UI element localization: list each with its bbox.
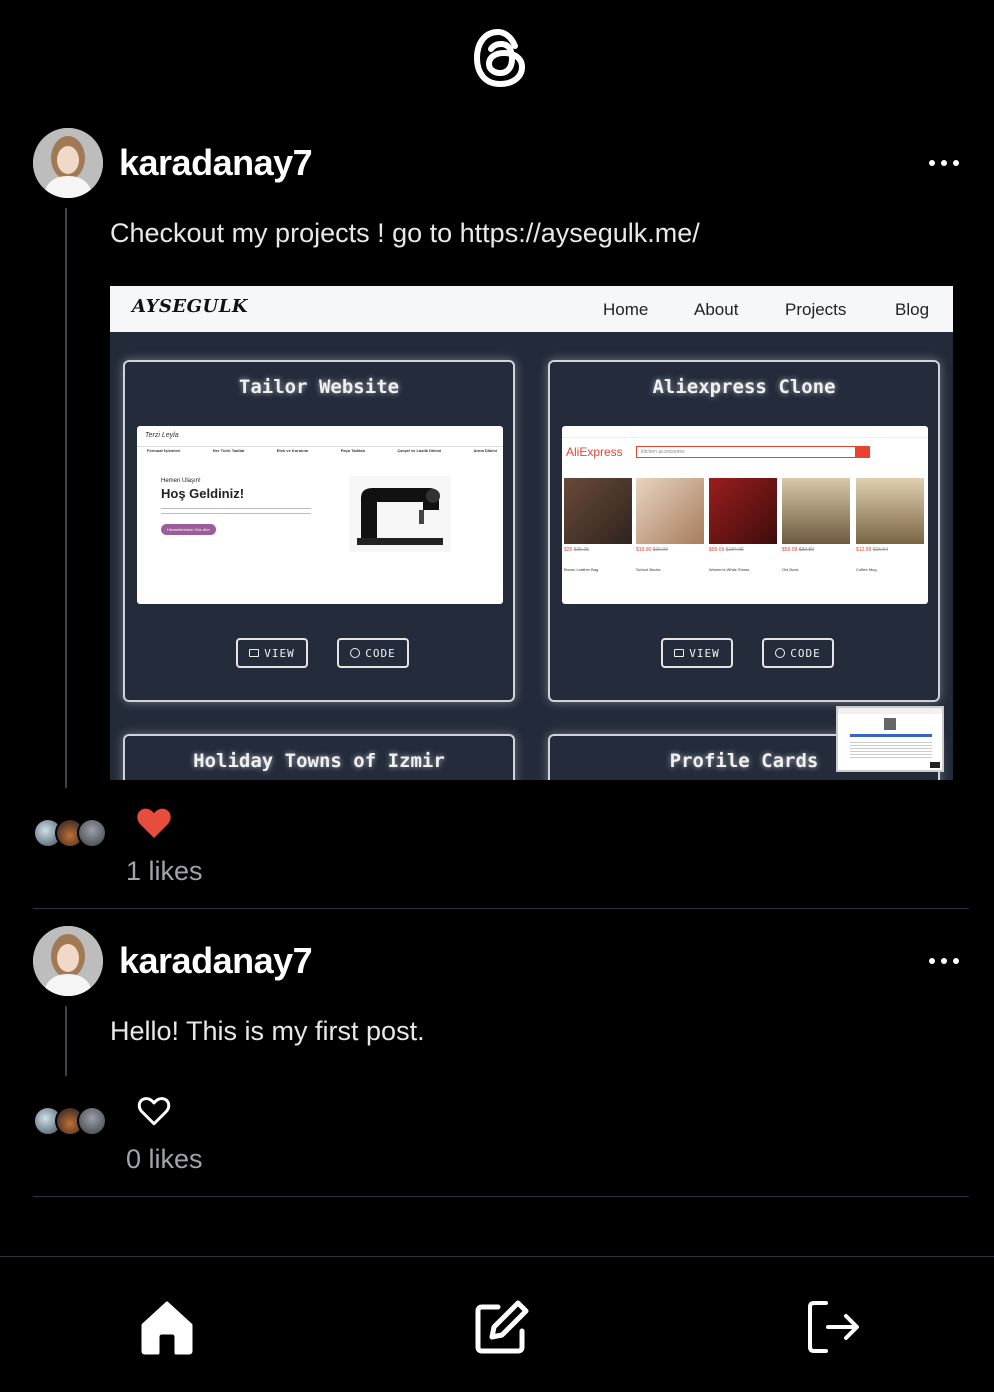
mini-thumbnail <box>836 706 944 772</box>
project-card-title: Aliexpress Clone <box>652 376 836 398</box>
view-button[interactable]: VIEW <box>661 638 733 668</box>
code-button[interactable]: CODE <box>337 638 409 668</box>
username[interactable]: karadanay7 <box>119 142 313 184</box>
avatar[interactable] <box>33 128 103 198</box>
avatar <box>77 818 107 848</box>
avatar <box>77 1106 107 1136</box>
home-icon[interactable] <box>139 1299 195 1355</box>
heart-outline-icon[interactable] <box>136 1094 172 1128</box>
post-text: Hello! This is my first post. <box>110 1016 425 1046</box>
project-card-title: Holiday Towns of Izmir <box>193 750 445 772</box>
bottom-tab-bar <box>0 1256 994 1392</box>
project-card-title: Tailor Website <box>238 376 400 398</box>
compose-icon[interactable] <box>474 1299 530 1355</box>
likes-count: 1 likes <box>126 856 203 886</box>
liker-avatars <box>33 818 107 848</box>
project-card: Holiday Towns of Izmir <box>123 734 515 780</box>
logout-icon[interactable] <box>806 1299 862 1355</box>
preview-brand-logo: AYSEGULK <box>132 296 249 317</box>
avatar[interactable] <box>33 926 103 996</box>
heart-filled-icon[interactable] <box>136 806 172 840</box>
divider <box>33 1196 969 1197</box>
threads-logo-icon[interactable] <box>471 26 529 90</box>
code-button[interactable]: CODE <box>762 638 834 668</box>
project-card: Tailor Website Terzi Leyla Fermuar İşlem… <box>123 360 515 702</box>
link-preview-image[interactable]: AYSEGULK Home About Projects Blog Tailor… <box>110 286 953 780</box>
github-icon <box>350 648 361 658</box>
github-icon <box>775 648 786 658</box>
monitor-icon <box>249 649 260 657</box>
divider <box>33 908 969 909</box>
more-options-icon[interactable] <box>929 955 959 967</box>
preview-nav-blog: Blog <box>895 300 930 319</box>
preview-nav-about: About <box>694 300 739 319</box>
project-card: Aliexpress Clone AliExpress kitchen acce… <box>548 360 940 702</box>
more-options-icon[interactable] <box>929 157 959 169</box>
preview-navbar: AYSEGULK Home About Projects Blog <box>110 286 953 332</box>
post: karadanay7 Checkout my projects ! go to … <box>33 128 969 910</box>
post-text: Checkout my projects ! go to https://ays… <box>110 218 700 248</box>
post: karadanay7 Hello! This is my first post.… <box>33 926 969 1198</box>
liker-avatars <box>33 1106 107 1136</box>
preview-nav-projects: Projects <box>785 300 847 319</box>
thread-line <box>65 1006 67 1076</box>
project-screenshot: AliExpress kitchen accessories $25 $35.2… <box>562 426 928 604</box>
likes-count: 0 likes <box>126 1144 203 1174</box>
project-screenshot: Terzi Leyla Fermuar İşlemleri Her Türlü … <box>137 426 503 604</box>
username[interactable]: karadanay7 <box>119 940 313 982</box>
view-button[interactable]: VIEW <box>236 638 308 668</box>
thread-line <box>65 208 67 788</box>
preview-nav-home: Home <box>603 300 649 319</box>
monitor-icon <box>674 649 685 657</box>
